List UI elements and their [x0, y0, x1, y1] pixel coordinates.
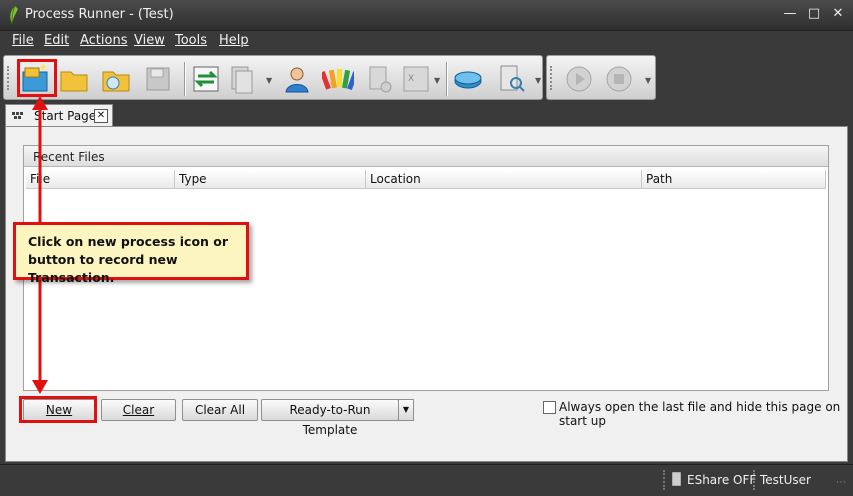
startup-checkbox[interactable] — [543, 401, 556, 414]
recent-files-list[interactable] — [26, 190, 826, 388]
color-palette-icon[interactable] — [322, 63, 354, 95]
toolbar-separator — [446, 62, 447, 96]
new-process-highlight — [17, 59, 57, 97]
recent-files-header: Recent Files — [24, 146, 828, 167]
template-dropdown-icon[interactable]: ▼ — [398, 399, 414, 421]
start-page-icon — [12, 112, 23, 119]
status-bar: EShare OFF TestUser ⋯ — [0, 464, 853, 496]
tab-start-page[interactable]: Start Page ✕ — [5, 104, 113, 127]
close-button[interactable]: ✕ — [830, 6, 846, 22]
eshare-icon — [672, 472, 681, 486]
documents-icon[interactable] — [226, 63, 258, 95]
excel-dropdown-icon[interactable]: ▼ — [434, 76, 440, 85]
menu-actions[interactable]: Actions — [80, 33, 128, 48]
add-document-icon[interactable] — [364, 63, 396, 95]
app-leaf-icon — [10, 6, 18, 24]
menu-view[interactable]: View — [134, 33, 165, 48]
tab-label: Start Page — [34, 109, 97, 123]
menu-file[interactable]: File — [12, 33, 34, 48]
toolbar-grip[interactable] — [550, 66, 553, 90]
main-toolbar: ▼ X ▼ ▼ — [3, 55, 543, 100]
run-dropdown-icon[interactable]: ▼ — [645, 76, 651, 85]
column-location[interactable]: Location — [366, 170, 642, 189]
document-tabs: Start Page ✕ — [5, 102, 850, 127]
toolbar-grip[interactable] — [7, 66, 10, 90]
work-area: Start Page ✕ Recent Files File Type Loca… — [0, 102, 853, 464]
resize-grip-icon[interactable]: ⋯ — [836, 477, 846, 488]
eshare-status[interactable]: EShare OFF — [687, 473, 756, 487]
play-icon[interactable] — [563, 63, 595, 95]
new-button-highlight — [19, 396, 97, 423]
menu-tools[interactable]: Tools — [175, 33, 207, 48]
status-separator — [753, 470, 755, 490]
recent-files-title: Recent Files — [33, 150, 105, 164]
instruction-callout: Click on new process icon or button to r… — [13, 222, 249, 285]
column-path[interactable]: Path — [642, 170, 826, 189]
clear-button[interactable]: Clear — [101, 399, 176, 421]
status-separator — [663, 470, 665, 490]
minimize-button[interactable]: — — [782, 6, 798, 22]
menu-help[interactable]: Help — [219, 33, 249, 48]
search-report-icon[interactable] — [496, 63, 528, 95]
excel-icon[interactable]: X — [400, 63, 432, 95]
toolbar-separator — [184, 62, 185, 96]
start-page-pane: Recent Files File Type Location Path New… — [5, 126, 848, 462]
toolbar-band: ▼ X ▼ ▼ ▼ — [0, 52, 853, 102]
startup-checkbox-label: Always open the last file and hide this … — [559, 400, 841, 428]
stop-icon[interactable] — [603, 63, 635, 95]
current-user: TestUser — [760, 473, 811, 487]
database-icon[interactable] — [452, 63, 484, 95]
column-type[interactable]: Type — [175, 170, 366, 189]
transfer-icon[interactable] — [190, 63, 222, 95]
run-toolbar: ▼ — [546, 55, 656, 100]
search-dropdown-icon[interactable]: ▼ — [535, 76, 541, 85]
tab-close-icon[interactable]: ✕ — [94, 109, 108, 123]
save-icon[interactable] — [142, 63, 174, 95]
menu-bar: File Edit Actions View Tools Help — [0, 31, 853, 52]
user-icon[interactable] — [281, 63, 313, 95]
title-bar: Process Runner - (Test) — □ ✕ — [0, 0, 853, 31]
open-folder-icon[interactable] — [58, 63, 90, 95]
recent-folder-icon[interactable] — [100, 63, 132, 95]
documents-dropdown-icon[interactable]: ▼ — [266, 76, 272, 85]
clear-all-button[interactable]: Clear All — [182, 399, 258, 421]
window-title: Process Runner - (Test) — [25, 7, 174, 22]
menu-edit[interactable]: Edit — [44, 33, 69, 48]
svg-text:X: X — [408, 74, 414, 84]
ready-to-run-template-button[interactable]: Ready-to-Run Template — [261, 399, 399, 437]
maximize-button[interactable]: □ — [806, 6, 822, 22]
column-file[interactable]: File — [26, 170, 175, 189]
